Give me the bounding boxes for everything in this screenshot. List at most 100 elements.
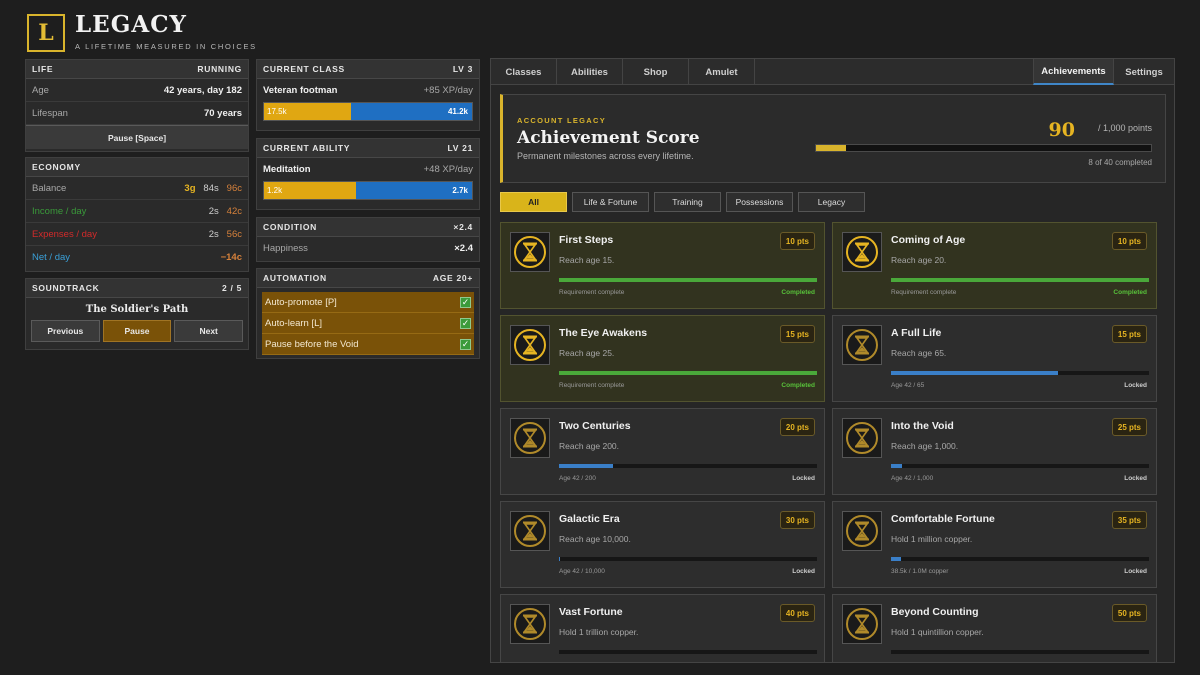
achievement-progress-label: Age 42 / 65 [891, 382, 925, 389]
achievement-progress-label: 38.5k / 1.0M copper [891, 568, 949, 575]
hourglass-svg [514, 236, 546, 268]
balance-row: Balance 3g 84s 96c [26, 177, 248, 200]
ability-xp-bar: 1.2k 2.7k [263, 181, 473, 200]
filter-training[interactable]: Training [654, 192, 721, 212]
condition-multiplier: ×2.4 [453, 222, 473, 232]
hourglass-icon [510, 325, 550, 365]
net-value: −14c [220, 252, 242, 263]
achievement-card[interactable]: Two Centuries Reach age 200. 20 pts Age 42 … [500, 408, 825, 495]
achievement-card[interactable]: Beyond Counting Hold 1 quintillion copper… [832, 594, 1157, 662]
ability-title: CURRENT ABILITY [263, 143, 351, 153]
filter-bar: All Life & Fortune Training Possessions … [500, 192, 865, 212]
achievement-progress-fill [559, 278, 817, 282]
class-row: Veteran footman +85 XP/day [257, 79, 479, 102]
achievement-points-badge: 15 pts [779, 325, 815, 343]
achievement-progress-label: Requirement complete [559, 382, 625, 389]
achievement-description: Reach age 65. [891, 348, 947, 358]
tab-settings[interactable]: Settings [1114, 59, 1174, 85]
achievement-card[interactable]: Vast Fortune Hold 1 trillion copper. 40 pt… [500, 594, 825, 662]
ability-level: LV 21 [447, 143, 473, 153]
condition-header: CONDITION ×2.4 [257, 218, 479, 237]
achievement-description: Reach age 1,000. [891, 441, 959, 451]
soundtrack-panel: SOUNDTRACK 2 / 5 The Soldier's Path Prev… [25, 278, 249, 350]
achievement-name: The Eye Awakens [559, 327, 648, 339]
soundtrack-controls: Previous Pause Next [26, 320, 248, 342]
pause-void-toggle[interactable]: Pause before the Void ✓ [262, 334, 474, 355]
achievement-card[interactable]: Galactic Era Reach age 10,000. 30 pts Age 4… [500, 501, 825, 588]
achievement-card[interactable]: A Full Life Reach age 65. 15 pts Age 42 / 6… [832, 315, 1157, 402]
filter-legacy[interactable]: Legacy [798, 192, 865, 212]
score-completed-count: 8 of 40 completed [1088, 158, 1152, 167]
pause-void-checkbox[interactable]: ✓ [460, 338, 471, 350]
achievement-progress-label: Age 42 / 10,000 [559, 568, 605, 575]
achievement-progress-fill [559, 464, 614, 468]
achievement-points-badge: 30 pts [779, 511, 815, 529]
expenses-silver: 2s [208, 228, 219, 240]
auto-learn-label: Auto-learn [L] [265, 317, 323, 329]
tab-shop[interactable]: Shop [623, 59, 689, 85]
automation-unlock: AGE 20+ [432, 273, 473, 283]
achievement-status: Locked [1124, 475, 1147, 482]
tab-spacer [755, 59, 1033, 85]
achievement-progress-bar [559, 557, 817, 561]
happiness-label: Happiness [263, 243, 308, 254]
achievement-name: Beyond Counting [891, 606, 979, 618]
auto-promote-toggle[interactable]: Auto-promote [P] ✓ [262, 292, 474, 313]
soundtrack-title: SOUNDTRACK [32, 283, 100, 293]
condition-panel: CONDITION ×2.4 Happiness ×2.4 [256, 217, 480, 262]
current-ability-panel: CURRENT ABILITY LV 21 Meditation +48 XP/… [256, 138, 480, 210]
auto-learn-checkbox[interactable]: ✓ [460, 317, 471, 329]
economy-title: ECONOMY [32, 162, 81, 172]
achievement-card[interactable]: First Steps Reach age 15. 10 pts Requiremen… [500, 222, 825, 309]
score-out-of: / 1,000 points [1097, 123, 1152, 133]
hourglass-icon [842, 604, 882, 644]
achievement-card[interactable]: Coming of Age Reach age 20. 10 pts Requirem… [832, 222, 1157, 309]
class-xp-needed: 41.2k [351, 103, 472, 120]
economy-panel: ECONOMY Balance 3g 84s 96c Income / day … [25, 157, 249, 272]
filter-possessions[interactable]: Possessions [726, 192, 793, 212]
class-header: CURRENT CLASS LV 3 [257, 60, 479, 79]
hourglass-svg [846, 422, 878, 454]
balance-copper: 96c [226, 182, 242, 194]
hourglass-svg [514, 608, 546, 640]
ability-rate: +48 XP/day [423, 164, 473, 175]
achievement-description: Reach age 200. [559, 441, 620, 451]
lifespan-label: Lifespan [32, 107, 68, 119]
achievement-card[interactable]: Into the Void Reach age 1,000. 25 pts Age 4… [832, 408, 1157, 495]
tab-achievements[interactable]: Achievements [1033, 59, 1114, 85]
next-track-button[interactable]: Next [174, 320, 244, 342]
achievement-progress-label: Requirement complete [559, 289, 625, 296]
achievement-card[interactable]: Comfortable Fortune Hold 1 million copper… [832, 501, 1157, 588]
achievement-name: Comfortable Fortune [891, 513, 995, 525]
balance-silver: 84s [203, 182, 219, 194]
achievement-points-badge: 10 pts [779, 232, 815, 250]
achievement-progress-bar [891, 557, 1149, 561]
achievement-score-card: ACCOUNT LEGACY Achievement Score Permane… [500, 94, 1166, 183]
tab-abilities[interactable]: Abilities [557, 59, 623, 85]
previous-track-button[interactable]: Previous [31, 320, 100, 342]
filter-all[interactable]: All [500, 192, 567, 212]
achievement-progress-label: Age 42 / 1,000 [891, 475, 934, 482]
achievement-card[interactable]: The Eye Awakens Reach age 25. 15 pts Requir… [500, 315, 825, 402]
achievement-points-badge: 20 pts [779, 418, 815, 436]
hourglass-icon [510, 604, 550, 644]
score-subtitle: Permanent milestones across every lifeti… [517, 151, 694, 161]
pause-button[interactable]: Pause [Space] [26, 125, 248, 149]
tab-amulet[interactable]: Amulet [689, 59, 755, 85]
hourglass-icon [510, 418, 550, 458]
achievement-status: Completed [781, 289, 815, 296]
auto-learn-toggle[interactable]: Auto-learn [L] ✓ [262, 313, 474, 334]
class-name: Veteran footman [263, 85, 338, 96]
achievement-progress-bar [891, 278, 1149, 282]
tab-classes[interactable]: Classes [491, 59, 557, 85]
achievement-description: Reach age 20. [891, 255, 947, 265]
achievement-progress-fill [891, 371, 1058, 375]
hourglass-icon [842, 418, 882, 458]
balance-gold: 3g [184, 182, 196, 194]
pause-track-button[interactable]: Pause [102, 320, 172, 342]
auto-promote-checkbox[interactable]: ✓ [460, 296, 471, 308]
achievement-progress-bar [559, 278, 817, 282]
filter-life-fortune[interactable]: Life & Fortune [572, 192, 649, 212]
tab-bar: Classes Abilities Shop Amulet Achievemen… [491, 59, 1174, 85]
achievement-description: Hold 1 million copper. [891, 534, 973, 544]
